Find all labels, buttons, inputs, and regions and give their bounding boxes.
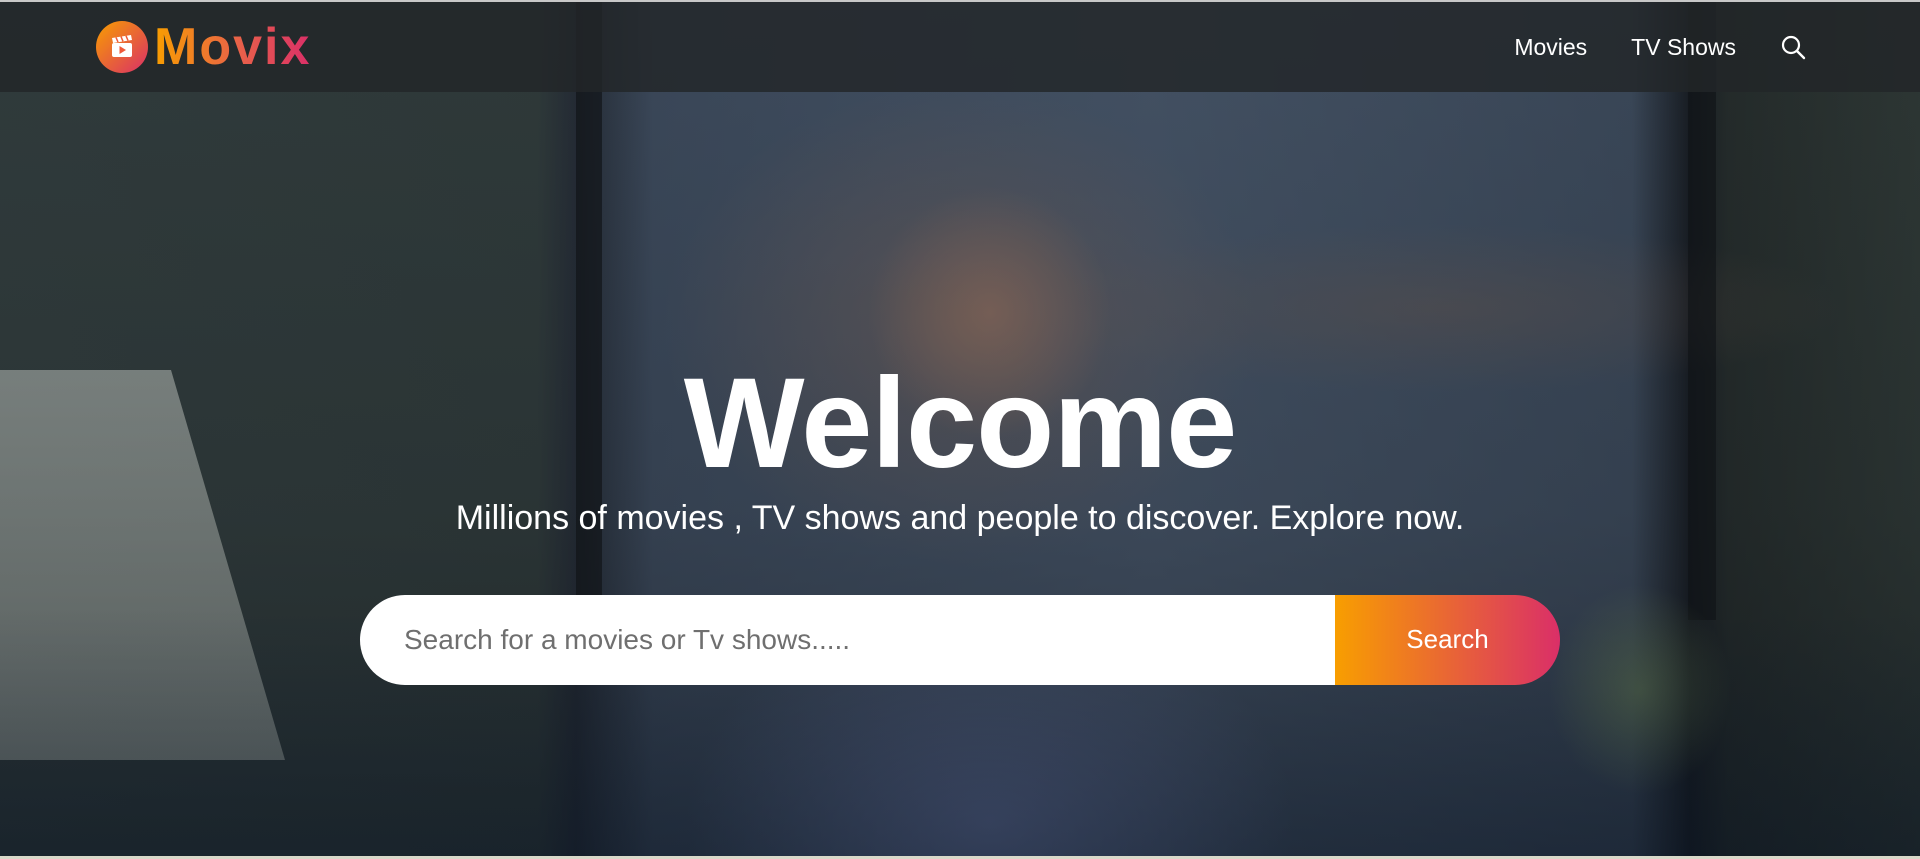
search-button[interactable]: Search <box>1335 594 1560 685</box>
logo[interactable]: Movix <box>96 21 311 73</box>
hero-subtitle: Millions of movies , TV shows and people… <box>455 499 1465 537</box>
search-icon[interactable] <box>1780 34 1806 60</box>
main-nav: Movies TV Shows <box>1514 34 1806 61</box>
nav-tv-shows[interactable]: TV Shows <box>1631 34 1736 61</box>
clapperboard-play-icon <box>96 21 148 73</box>
logo-text: Movix <box>154 18 312 76</box>
site-header: Movix Movies TV Shows <box>0 0 1920 92</box>
hero-content: Welcome Millions of movies , TV shows an… <box>0 360 1920 685</box>
hero-title: Welcome <box>683 352 1238 495</box>
hero-banner: Movix Movies TV Shows Welcome Millions o… <box>0 0 1920 856</box>
nav-movies[interactable]: Movies <box>1514 34 1587 61</box>
search-input[interactable] <box>360 594 1335 685</box>
hero-search-bar: Search <box>360 594 1560 685</box>
